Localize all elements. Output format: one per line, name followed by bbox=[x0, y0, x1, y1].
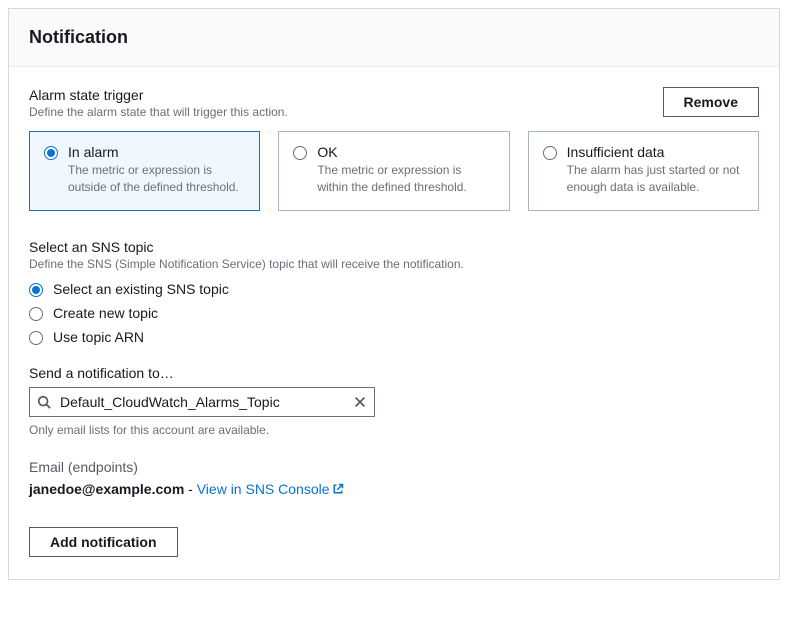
trigger-option-desc: The metric or expression is outside of t… bbox=[68, 162, 245, 196]
trigger-option-title: In alarm bbox=[68, 144, 245, 160]
trigger-option-ok[interactable]: OK The metric or expression is within th… bbox=[278, 131, 509, 211]
email-label: Email (endpoints) bbox=[29, 459, 759, 475]
radio-icon bbox=[293, 146, 307, 160]
send-to-input[interactable] bbox=[29, 387, 375, 417]
trigger-options: In alarm The metric or expression is out… bbox=[29, 131, 759, 211]
email-section: Email (endpoints) janedoe@example.com - … bbox=[29, 459, 759, 497]
add-notification-button[interactable]: Add notification bbox=[29, 527, 178, 557]
send-to-input-wrapper bbox=[29, 387, 375, 417]
notification-panel: Notification Alarm state trigger Define … bbox=[8, 8, 780, 580]
radio-icon bbox=[29, 331, 43, 345]
sns-option-create[interactable]: Create new topic bbox=[29, 305, 759, 321]
remove-button[interactable]: Remove bbox=[663, 87, 759, 117]
trigger-option-desc: The alarm has just started or not enough… bbox=[567, 162, 744, 196]
link-text: View in SNS Console bbox=[197, 481, 330, 497]
sns-desc: Define the SNS (Simple Notification Serv… bbox=[29, 257, 759, 271]
radio-icon bbox=[29, 307, 43, 321]
sns-options: Select an existing SNS topic Create new … bbox=[29, 281, 759, 345]
trigger-header-row: Alarm state trigger Define the alarm sta… bbox=[29, 87, 759, 119]
sns-option-arn[interactable]: Use topic ARN bbox=[29, 329, 759, 345]
trigger-option-insufficient-data[interactable]: Insufficient data The alarm has just sta… bbox=[528, 131, 759, 211]
send-to-label: Send a notification to… bbox=[29, 365, 759, 381]
sns-option-existing[interactable]: Select an existing SNS topic bbox=[29, 281, 759, 297]
trigger-title: Alarm state trigger bbox=[29, 87, 288, 103]
sns-option-label: Select an existing SNS topic bbox=[53, 281, 229, 297]
send-to-help: Only email lists for this account are av… bbox=[29, 423, 759, 437]
trigger-option-desc: The metric or expression is within the d… bbox=[317, 162, 494, 196]
external-link-icon bbox=[332, 483, 344, 495]
add-notification-wrap: Add notification bbox=[29, 527, 759, 557]
email-address: janedoe@example.com bbox=[29, 481, 184, 497]
sns-option-label: Use topic ARN bbox=[53, 329, 144, 345]
radio-icon bbox=[44, 146, 58, 160]
trigger-desc: Define the alarm state that will trigger… bbox=[29, 105, 288, 119]
trigger-option-title: OK bbox=[317, 144, 494, 160]
radio-icon bbox=[543, 146, 557, 160]
sns-title: Select an SNS topic bbox=[29, 239, 759, 255]
email-dash: - bbox=[184, 481, 196, 497]
email-value-row: janedoe@example.com - View in SNS Consol… bbox=[29, 481, 759, 497]
view-sns-console-link[interactable]: View in SNS Console bbox=[197, 481, 344, 497]
radio-icon bbox=[29, 283, 43, 297]
sns-section: Select an SNS topic Define the SNS (Simp… bbox=[29, 239, 759, 345]
panel-header: Notification bbox=[9, 9, 779, 67]
clear-icon[interactable] bbox=[353, 395, 367, 409]
trigger-header-text: Alarm state trigger Define the alarm sta… bbox=[29, 87, 288, 119]
panel-body: Alarm state trigger Define the alarm sta… bbox=[9, 67, 779, 579]
trigger-option-title: Insufficient data bbox=[567, 144, 744, 160]
search-icon bbox=[37, 395, 51, 409]
send-to-section: Send a notification to… Only email lists… bbox=[29, 365, 759, 437]
panel-title: Notification bbox=[29, 27, 759, 48]
sns-option-label: Create new topic bbox=[53, 305, 158, 321]
trigger-option-in-alarm[interactable]: In alarm The metric or expression is out… bbox=[29, 131, 260, 211]
